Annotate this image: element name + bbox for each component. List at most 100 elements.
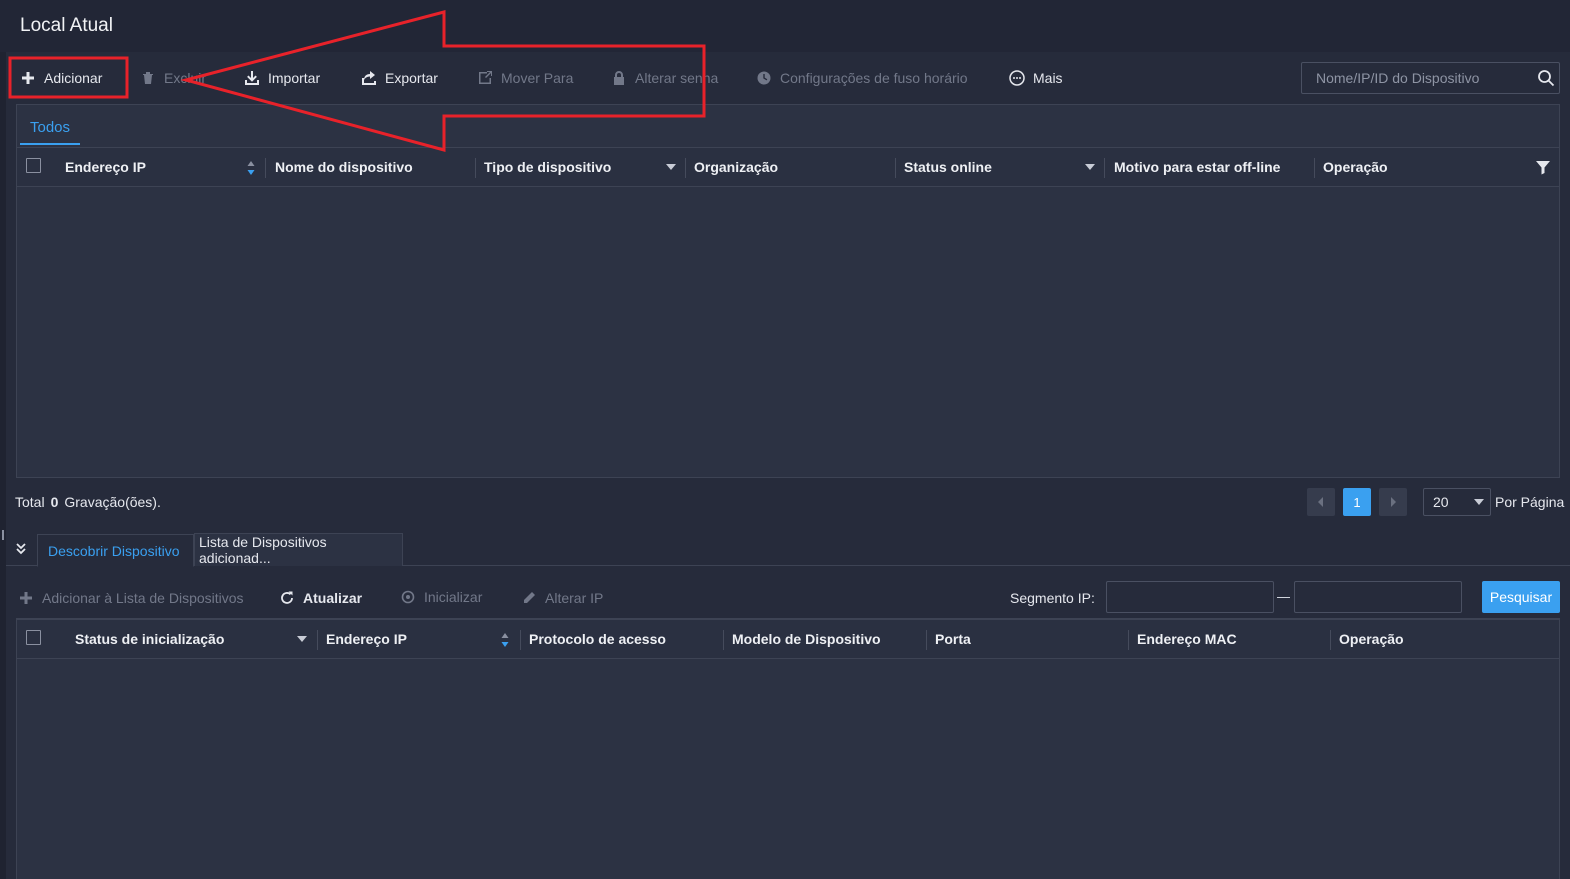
move-to-button[interactable]: Mover Para xyxy=(477,67,573,89)
change-password-label: Alterar senha xyxy=(635,70,719,86)
column-divider xyxy=(685,158,686,178)
column-port[interactable]: Porta xyxy=(935,620,971,658)
delete-label: Excluir xyxy=(164,70,207,86)
column-operation: Operação xyxy=(1323,159,1388,175)
initialize-button[interactable]: Inicializar xyxy=(400,586,482,608)
export-icon xyxy=(361,70,377,86)
discover-table-header: Status de inicialização Endereço IP Prot… xyxy=(17,619,1559,659)
sort-icon[interactable] xyxy=(247,160,255,176)
refresh-icon xyxy=(279,590,295,606)
column-divider xyxy=(1330,630,1331,650)
column-divider xyxy=(475,158,476,178)
add-label: Adicionar xyxy=(44,70,103,86)
more-label: Mais xyxy=(1033,70,1063,86)
more-icon xyxy=(1009,70,1025,86)
import-icon xyxy=(244,70,260,86)
refresh-label: Atualizar xyxy=(303,590,363,606)
select-all-checkbox[interactable] xyxy=(26,630,41,645)
records-label: Gravação(ões). xyxy=(64,494,161,510)
plus-icon xyxy=(20,70,36,86)
title-bar: Local Atual xyxy=(0,0,1570,52)
tab-added-device-list[interactable]: Lista de Dispositivos adicionad... xyxy=(194,533,403,566)
trash-icon xyxy=(140,70,156,86)
column-organization[interactable]: Organização xyxy=(694,148,778,186)
search-icon[interactable] xyxy=(1537,69,1555,87)
next-page-button[interactable] xyxy=(1379,488,1407,516)
column-divider xyxy=(1128,630,1129,650)
total-label: Total xyxy=(15,494,45,510)
per-page-label: Por Página xyxy=(1495,494,1565,510)
column-device-model[interactable]: Modelo de Dispositivo xyxy=(732,620,881,658)
tab-all[interactable]: Todos xyxy=(20,119,81,145)
chevron-right-icon xyxy=(1391,497,1396,507)
move-icon xyxy=(477,70,493,86)
column-mac-address[interactable]: Endereço MAC xyxy=(1137,620,1237,658)
per-page-value: 20 xyxy=(1433,494,1449,510)
column-device-type[interactable]: Tipo de dispositivo xyxy=(484,148,611,186)
plus-icon xyxy=(18,590,34,606)
import-label: Importar xyxy=(268,70,321,86)
chevron-down-icon[interactable] xyxy=(666,164,676,170)
record-count: Total 0 Gravação(ões). xyxy=(15,494,161,510)
column-device-name[interactable]: Nome do dispositivo xyxy=(275,148,413,186)
column-ip-address[interactable]: Endereço IP xyxy=(65,148,146,186)
column-offline-reason[interactable]: Motivo para estar off-line xyxy=(1114,148,1280,186)
chevron-down-icon[interactable] xyxy=(297,636,307,642)
column-online-status[interactable]: Status online xyxy=(904,148,992,186)
chevron-down-icon[interactable] xyxy=(1085,164,1095,170)
change-ip-label: Alterar IP xyxy=(545,590,604,606)
more-button[interactable]: Mais xyxy=(1009,67,1063,89)
timezone-label: Configurações de fuso horário xyxy=(780,70,968,86)
column-divider xyxy=(926,630,927,650)
discover-tabs: Descobrir Dispositivo Lista de Dispositi… xyxy=(6,533,1570,567)
search-input[interactable] xyxy=(1302,63,1527,93)
ip-segment-start-input[interactable] xyxy=(1106,581,1274,613)
chevron-down-icon xyxy=(1474,499,1484,505)
column-divider xyxy=(895,158,896,178)
sort-icon[interactable] xyxy=(501,632,509,648)
timezone-button[interactable]: Configurações de fuso horário xyxy=(756,67,968,89)
column-divider xyxy=(520,630,521,650)
edit-icon xyxy=(521,590,537,606)
column-divider xyxy=(1104,158,1105,178)
filter-icon[interactable] xyxy=(1535,159,1551,175)
column-divider xyxy=(317,630,318,650)
add-button[interactable]: Adicionar xyxy=(20,67,102,89)
column-divider xyxy=(723,630,724,650)
tab-discover-device[interactable]: Descobrir Dispositivo xyxy=(37,534,194,567)
chevron-left-icon xyxy=(1318,497,1323,507)
column-operation: Operação xyxy=(1339,631,1404,647)
page-title: Local Atual xyxy=(20,15,113,36)
change-ip-button[interactable]: Alterar IP xyxy=(521,587,603,609)
add-to-list-button[interactable]: Adicionar à Lista de Dispositivos xyxy=(18,587,244,609)
initialize-label: Inicializar xyxy=(424,589,483,605)
ip-segment-label: Segmento IP: xyxy=(1010,590,1095,606)
left-panel-edge xyxy=(0,52,6,879)
current-page[interactable]: 1 xyxy=(1343,488,1371,516)
refresh-button[interactable]: Atualizar xyxy=(279,587,362,609)
column-ip-address[interactable]: Endereço IP xyxy=(326,620,407,658)
discovered-devices-panel: Status de inicialização Endereço IP Prot… xyxy=(16,618,1560,879)
change-password-button[interactable]: Alterar senha xyxy=(611,67,718,89)
add-to-list-label: Adicionar à Lista de Dispositivos xyxy=(42,590,244,606)
column-divider xyxy=(1314,158,1315,178)
device-search xyxy=(1301,62,1560,94)
previous-page-button[interactable] xyxy=(1307,488,1335,516)
column-access-protocol[interactable]: Protocolo de acesso xyxy=(529,620,666,658)
export-label: Exportar xyxy=(385,70,438,86)
ip-segment-end-input[interactable] xyxy=(1294,581,1462,613)
splitter-grip[interactable] xyxy=(2,530,4,540)
total-count: 0 xyxy=(50,494,59,510)
clock-icon xyxy=(756,70,772,86)
search-button[interactable]: Pesquisar xyxy=(1482,581,1560,613)
device-table-header: Endereço IP Nome do dispositivo Tipo de … xyxy=(17,147,1559,187)
delete-button[interactable]: Excluir xyxy=(140,67,206,89)
select-all-checkbox[interactable] xyxy=(26,158,41,173)
range-dash xyxy=(1277,597,1290,598)
column-init-status[interactable]: Status de inicialização xyxy=(75,620,224,658)
collapse-icon[interactable] xyxy=(14,541,28,557)
import-button[interactable]: Importar xyxy=(244,67,320,89)
per-page-select[interactable]: 20 xyxy=(1423,488,1491,516)
settings-icon xyxy=(400,589,416,605)
export-button[interactable]: Exportar xyxy=(361,67,438,89)
